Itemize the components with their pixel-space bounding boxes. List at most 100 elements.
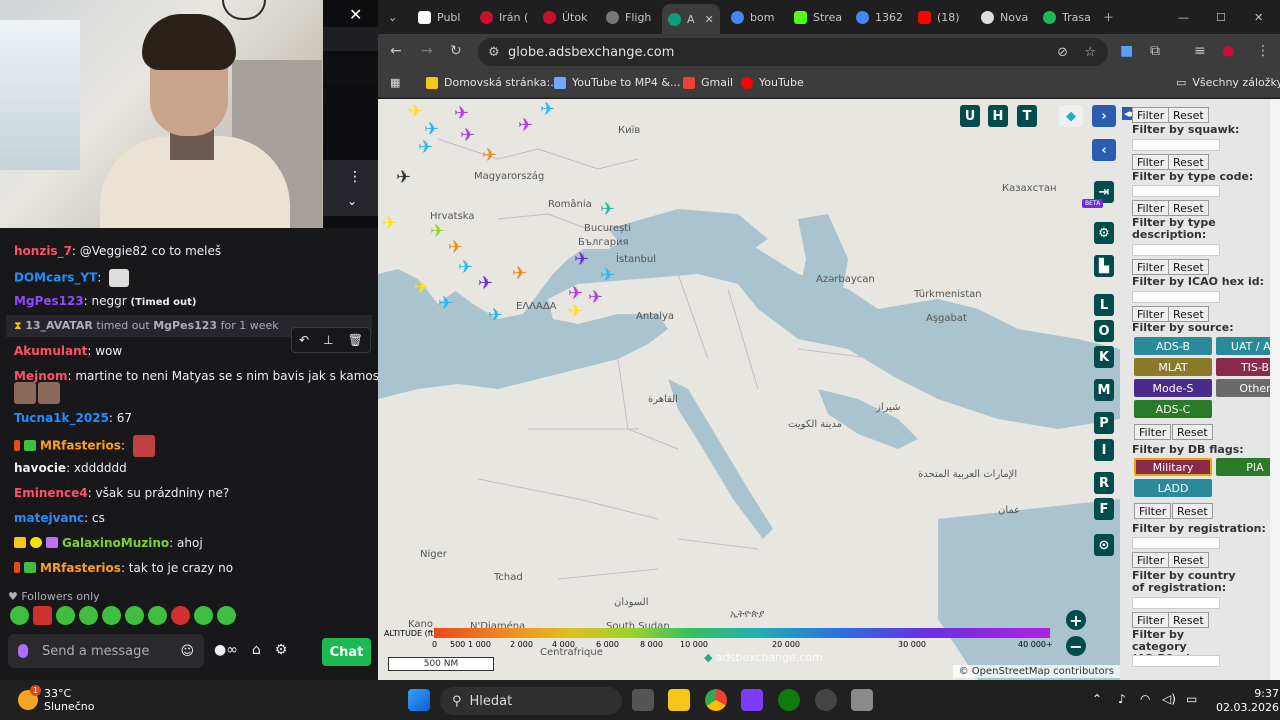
reset-button[interactable]: Reset: [1168, 107, 1209, 123]
reset-button[interactable]: Reset: [1168, 259, 1209, 275]
weather-widget[interactable]: 1 33°C Slunečno: [18, 685, 95, 713]
map-button-m[interactable]: M: [1094, 379, 1114, 401]
map-button-o[interactable]: O: [1094, 320, 1114, 342]
filter-button[interactable]: Filter: [1134, 424, 1172, 440]
chat-username[interactable]: GalaxinoMuzino: [62, 536, 169, 550]
chat-username[interactable]: honzis_7: [14, 244, 72, 258]
site-info-icon[interactable]: ⚙: [488, 45, 500, 60]
map-button-p[interactable]: P: [1094, 412, 1114, 434]
forward-icon[interactable]: →: [421, 43, 433, 59]
aircraft-icon[interactable]: ✈: [540, 101, 555, 119]
xbox-icon[interactable]: [778, 689, 800, 711]
map-button-r[interactable]: R: [1094, 472, 1114, 494]
timeout-target[interactable]: MgPes123: [153, 319, 217, 332]
map-attribution[interactable]: © OpenStreetMap contributors: [952, 665, 1120, 678]
gear-icon[interactable]: ⚙: [275, 642, 288, 658]
aircraft-icon[interactable]: ✈: [382, 215, 397, 233]
layers-button[interactable]: ◆: [1059, 105, 1083, 127]
scrollbar[interactable]: [1270, 99, 1280, 680]
close-icon[interactable]: ✕: [705, 13, 714, 26]
bookmark[interactable]: Domovská stránka:...: [426, 76, 561, 89]
type-code-input[interactable]: [1132, 185, 1220, 197]
chat-username[interactable]: matejvanc: [14, 511, 84, 525]
stats-button[interactable]: ▙: [1094, 255, 1114, 277]
all-bookmarks[interactable]: ▭ Všechny záložky: [1176, 76, 1280, 89]
app-icon[interactable]: [741, 689, 763, 711]
battery-icon[interactable]: ▭: [1186, 692, 1197, 706]
aircraft-icon[interactable]: ✈: [438, 295, 453, 313]
new-tab-button[interactable]: ＋: [1103, 6, 1114, 28]
aircraft-icon[interactable]: ✈: [458, 259, 473, 277]
reset-button[interactable]: Reset: [1172, 424, 1213, 440]
emote-icon[interactable]: [194, 606, 213, 625]
settings-button[interactable]: ⚙: [1094, 222, 1114, 244]
collapse-left-button[interactable]: ‹: [1092, 139, 1116, 161]
more-options-icon[interactable]: ⋮: [348, 169, 362, 185]
filter-button[interactable]: Filter: [1134, 503, 1172, 519]
map-button-k[interactable]: K: [1094, 346, 1114, 368]
map-button-h[interactable]: H: [988, 105, 1008, 127]
chat-message-input[interactable]: Send a message ☺: [8, 634, 204, 668]
app-icon[interactable]: [815, 689, 837, 711]
wifi-icon[interactable]: ◠: [1140, 692, 1150, 706]
emote-icon[interactable]: [10, 606, 29, 625]
tab[interactable]: Útok: [543, 6, 599, 28]
task-view-icon[interactable]: [632, 689, 654, 711]
reset-button[interactable]: Reset: [1168, 200, 1209, 216]
address-bar[interactable]: ⚙ globe.adsbexchange.com ⊘ ☆: [478, 38, 1108, 66]
aircraft-icon[interactable]: ✈: [418, 139, 433, 157]
aircraft-icon[interactable]: ✈: [482, 147, 497, 165]
tab[interactable]: Publ: [418, 6, 474, 28]
reset-button[interactable]: Reset: [1172, 503, 1213, 519]
chat-username[interactable]: MRfasterios: [40, 439, 121, 453]
back-icon[interactable]: ←: [390, 43, 402, 59]
chat-username[interactable]: Tucna1k_2025: [14, 411, 109, 425]
filter-button[interactable]: Filter: [1132, 200, 1170, 216]
source-adsb-chip[interactable]: ADS-B: [1134, 337, 1212, 355]
filter-button[interactable]: Filter: [1132, 552, 1170, 568]
replay-button[interactable]: ⊙: [1094, 534, 1114, 556]
aircraft-icon[interactable]: ✈: [574, 251, 589, 269]
taskbar-search[interactable]: ⚲ Hledat: [440, 687, 622, 715]
icao-hex-input[interactable]: [1132, 291, 1220, 303]
aircraft-icon[interactable]: ✈: [408, 103, 423, 121]
aircraft-icon[interactable]: ✈: [448, 239, 463, 257]
reset-button[interactable]: Reset: [1168, 612, 1209, 628]
chat-username[interactable]: havocie: [14, 461, 66, 475]
delete-icon[interactable]: 🗑: [348, 333, 363, 347]
chat-username[interactable]: MgPes123: [14, 294, 84, 308]
tab[interactable]: Irán (: [480, 6, 536, 28]
country-input[interactable]: [1132, 597, 1220, 609]
tab-active[interactable]: A ✕: [662, 4, 720, 34]
registration-input[interactable]: [1132, 537, 1220, 549]
aircraft-icon[interactable]: ✈: [568, 303, 583, 321]
chat-username[interactable]: Mejnom: [14, 369, 67, 383]
aircraft-icon[interactable]: ✈: [478, 275, 493, 293]
extension-icon[interactable]: ■: [1120, 43, 1133, 59]
aircraft-icon[interactable]: ✈: [512, 265, 527, 283]
tab[interactable]: Fligh: [606, 6, 662, 28]
aircraft-icon[interactable]: ✈: [588, 289, 603, 307]
emote-icon[interactable]: [102, 606, 121, 625]
map-button-f[interactable]: F: [1094, 498, 1114, 520]
avatar[interactable]: ●: [1222, 43, 1234, 59]
filter-button[interactable]: Filter: [1132, 612, 1170, 628]
more-options-icon[interactable]: ⋮: [1256, 43, 1270, 59]
volume-icon[interactable]: ◁): [1162, 692, 1176, 706]
flag-ladd-chip[interactable]: LADD: [1134, 479, 1212, 497]
chevron-down-icon[interactable]: ⌄: [347, 194, 357, 208]
file-explorer-icon[interactable]: [668, 689, 690, 711]
map-button-l[interactable]: L: [1094, 294, 1114, 316]
filter-button[interactable]: Filter: [1132, 107, 1170, 123]
tab-list-button[interactable]: ⌄: [388, 6, 404, 28]
aircraft-icon[interactable]: ✈: [600, 201, 615, 219]
tab[interactable]: Strea: [794, 6, 854, 28]
tab[interactable]: 1362: [856, 6, 912, 28]
source-mlat-chip[interactable]: MLAT: [1134, 358, 1212, 376]
emote-icon[interactable]: [125, 606, 144, 625]
source-adsc-chip[interactable]: ADS-C: [1134, 400, 1212, 418]
star-icon[interactable]: ☆: [1084, 45, 1096, 60]
emote-icon[interactable]: [217, 606, 236, 625]
emoji-icon[interactable]: ☺: [180, 644, 194, 659]
filter-button[interactable]: Filter: [1132, 259, 1170, 275]
